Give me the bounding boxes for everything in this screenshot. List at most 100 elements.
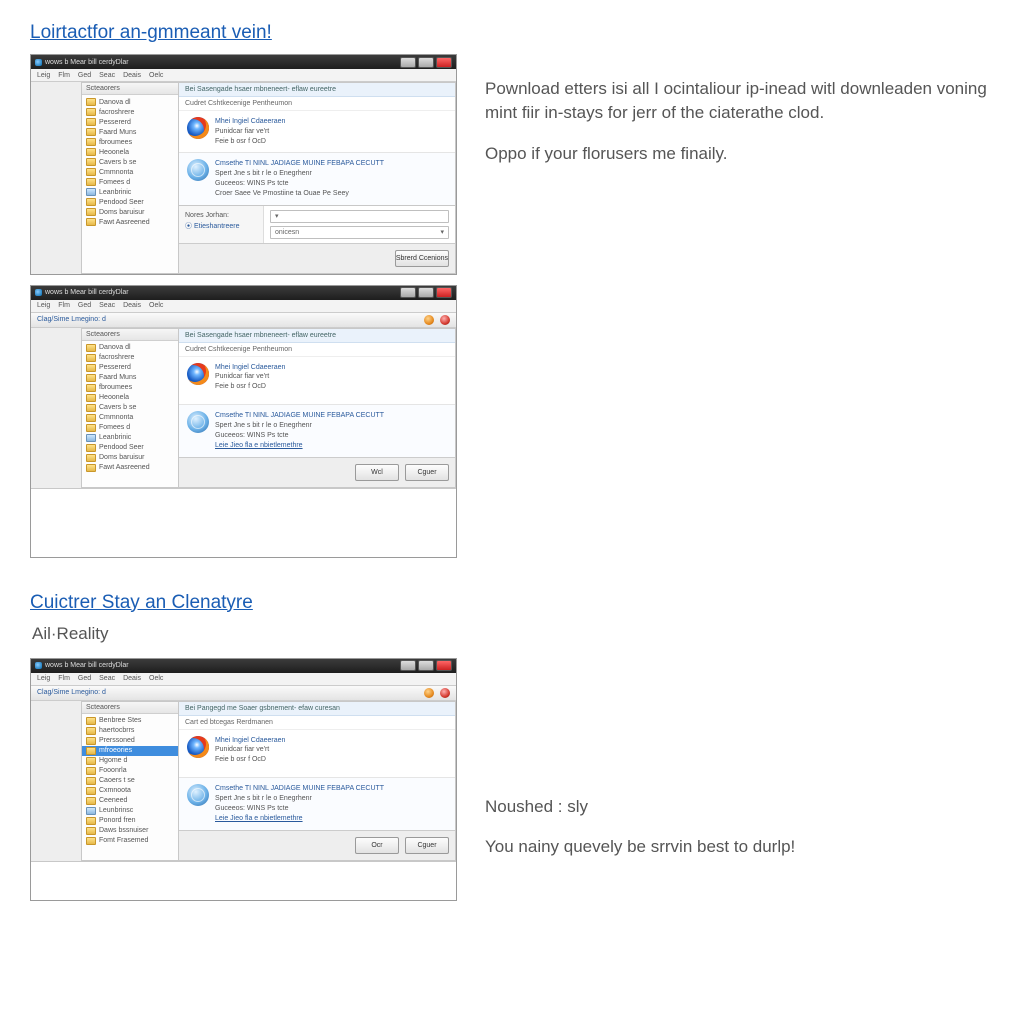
menu-item[interactable]: Flm xyxy=(58,675,70,682)
menu-item[interactable]: Seac xyxy=(99,675,115,682)
tree-item[interactable]: Fomees d xyxy=(82,177,178,187)
minimize-button[interactable] xyxy=(400,287,416,298)
tree-item[interactable]: Pessererd xyxy=(82,117,178,127)
menu-item[interactable]: Leig xyxy=(37,302,50,309)
menu-item[interactable]: Ged xyxy=(78,72,91,79)
file-card[interactable]: Mhei Ingiel Cdaeeraen Punidcar fiar ve'r… xyxy=(179,111,455,152)
toolbar-orange-icon[interactable] xyxy=(424,315,434,325)
tree-item[interactable]: Cavers b se xyxy=(82,157,178,167)
menu-item[interactable]: Flm xyxy=(58,302,70,309)
firefox-icon xyxy=(187,117,209,139)
tree-item[interactable]: Heoonela xyxy=(82,393,178,403)
tree-item[interactable]: Doms baruisur xyxy=(82,453,178,463)
tree-item[interactable]: Ponord fren xyxy=(82,816,178,826)
tree-item[interactable]: Leanbrinic xyxy=(82,187,178,197)
tree-item[interactable]: mfroeories xyxy=(82,746,178,756)
close-button[interactable] xyxy=(436,57,452,68)
tree-item[interactable]: Fomt Frasemed xyxy=(82,836,178,846)
tree-item[interactable]: Leunbrinsc xyxy=(82,806,178,816)
tree-item[interactable]: facroshrere xyxy=(82,353,178,363)
tree-item[interactable]: Hgome d xyxy=(82,756,178,766)
tree-item-label: Leanbrinic xyxy=(99,189,131,196)
run-button[interactable]: Sbrerd Ccenions xyxy=(395,250,449,267)
file-meta-link[interactable]: Leie Jieo fla e nbietlemethre xyxy=(215,814,384,824)
tree-item[interactable]: Fomees d xyxy=(82,423,178,433)
file-card[interactable]: Cmsethe TI NINL JADIAGE MUINE FEBAPA CEC… xyxy=(179,777,455,829)
tree-item[interactable]: Fooonrla xyxy=(82,766,178,776)
close-button[interactable] xyxy=(436,660,452,671)
tree-item[interactable]: Doms baruisur xyxy=(82,207,178,217)
cancel-button[interactable]: Cguer xyxy=(405,464,449,481)
toolbar-red-icon[interactable] xyxy=(440,315,450,325)
file-meta-line: Punidcar fiar ve'rt xyxy=(215,127,285,137)
tree-item[interactable]: Ceeneed xyxy=(82,796,178,806)
cancel-button[interactable]: Cguer xyxy=(405,837,449,854)
maximize-button[interactable] xyxy=(418,660,434,671)
file-card[interactable]: Mhei Ingiel Cdaeeraen Punidcar fiar ve'r… xyxy=(179,730,455,771)
menu-item[interactable]: Ged xyxy=(78,302,91,309)
menu-item[interactable]: Seac xyxy=(99,72,115,79)
menu-item[interactable]: Oelc xyxy=(149,675,163,682)
menu-item[interactable]: Deais xyxy=(123,72,141,79)
filename-input[interactable] xyxy=(270,210,449,223)
toolbar: Clag/Sime Lmegino: d xyxy=(31,313,456,328)
toolbar-red-icon[interactable] xyxy=(440,688,450,698)
ok-button[interactable]: Wcl xyxy=(355,464,399,481)
tree-item[interactable]: fbroumees xyxy=(82,137,178,147)
tree-item[interactable]: Heoonela xyxy=(82,147,178,157)
tree-item[interactable]: Daws bssnuiser xyxy=(82,826,178,836)
tree-item[interactable]: Faard Muns xyxy=(82,373,178,383)
tree-item[interactable]: Cmmnonta xyxy=(82,413,178,423)
file-card[interactable]: Cmsethe TI NINL JADIAGE MUINE FEBAPA CEC… xyxy=(179,404,455,456)
tree-item[interactable]: haertocbrrs xyxy=(82,726,178,736)
menu-item[interactable]: Deais xyxy=(123,675,141,682)
minimize-button[interactable] xyxy=(400,57,416,68)
tree-item[interactable]: Cavers b se xyxy=(82,403,178,413)
tree-item[interactable]: Prerssoned xyxy=(82,736,178,746)
file-card[interactable]: Mhei Ingiel Cdaeeraen Punidcar fiar ve'r… xyxy=(179,357,455,398)
tree-item[interactable]: Fawt Aasreened xyxy=(82,217,178,227)
tree-item-label: Leanbrinic xyxy=(99,434,131,441)
tree-item[interactable]: Cxmnoota xyxy=(82,786,178,796)
folder-icon xyxy=(86,108,96,116)
menu-item[interactable]: Oelc xyxy=(149,302,163,309)
globe-icon xyxy=(187,784,209,806)
tree-item[interactable]: fbroumees xyxy=(82,383,178,393)
folder-icon xyxy=(86,797,96,805)
menu-item[interactable]: Seac xyxy=(99,302,115,309)
tree-item[interactable]: Pendood Seer xyxy=(82,197,178,207)
toolbar-orange-icon[interactable] xyxy=(424,688,434,698)
menu-item[interactable]: Leig xyxy=(37,675,50,682)
tree-item[interactable]: Danova dl xyxy=(82,97,178,107)
tree-item[interactable]: Danova dl xyxy=(82,343,178,353)
filetype-select[interactable]: onicesn xyxy=(270,226,449,239)
menu-item[interactable]: Deais xyxy=(123,302,141,309)
tree-item[interactable]: Cmmnonta xyxy=(82,167,178,177)
close-button[interactable] xyxy=(436,287,452,298)
breadcrumb: Cudret Cshtkecenige Pentheumon xyxy=(179,343,455,357)
maximize-button[interactable] xyxy=(418,57,434,68)
section-2-link[interactable]: Cuictrer Stay an Clenatyre xyxy=(30,592,253,613)
tree-item[interactable]: Caoers t se xyxy=(82,776,178,786)
tree-item[interactable]: Pessererd xyxy=(82,363,178,373)
menu-item[interactable]: Flm xyxy=(58,72,70,79)
tree-item[interactable]: Pendood Seer xyxy=(82,443,178,453)
tree-item[interactable]: Benbree Stes xyxy=(82,716,178,726)
menu-item[interactable]: Leig xyxy=(37,72,50,79)
tree-item-label: Pessererd xyxy=(99,119,131,126)
tree-item[interactable]: facroshrere xyxy=(82,107,178,117)
tree-item-label: Ceeneed xyxy=(99,797,127,804)
maximize-button[interactable] xyxy=(418,287,434,298)
tree-item[interactable]: Leanbrinic xyxy=(82,433,178,443)
minimize-button[interactable] xyxy=(400,660,416,671)
section-1-link[interactable]: Loirtactfor an-gmmeant vein! xyxy=(30,22,272,43)
file-meta-link[interactable]: Leie Jieo fla e nbietlemethre xyxy=(215,441,384,451)
file-card[interactable]: Cmsethe TI NINL JADIAGE MUINE FEBAPA CEC… xyxy=(179,152,455,204)
tree-item[interactable]: Fawt Aasreened xyxy=(82,463,178,473)
ok-button[interactable]: Ocr xyxy=(355,837,399,854)
menu-item[interactable]: Ged xyxy=(78,675,91,682)
tree-item[interactable]: Faard Muns xyxy=(82,127,178,137)
menu-item[interactable]: Oelc xyxy=(149,72,163,79)
tree-item-label: Pendood Seer xyxy=(99,444,144,451)
file-meta-line: Feie b osr f OcD xyxy=(215,137,285,147)
